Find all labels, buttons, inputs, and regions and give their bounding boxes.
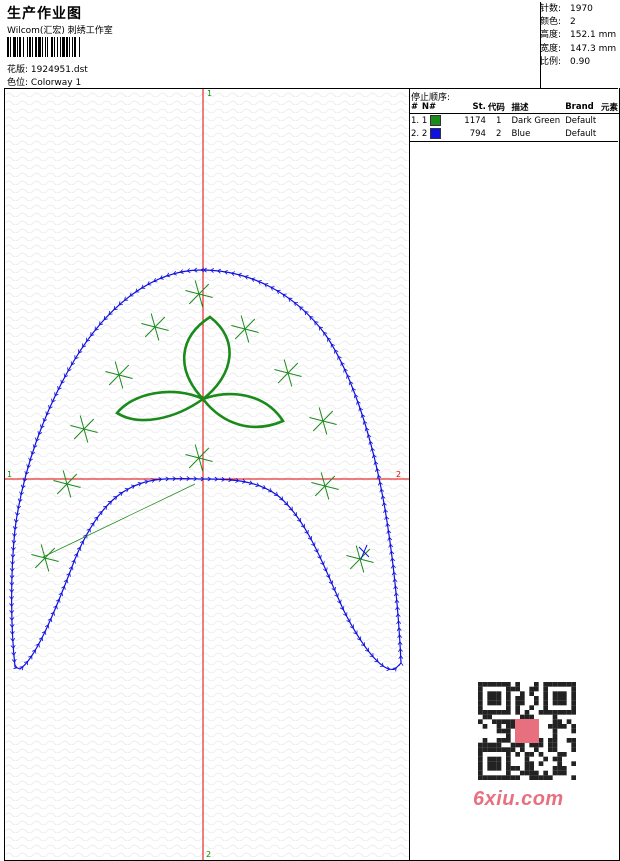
production-worksheet: 生产作业图 Wilcom(汇宏) 刺绣工作室 花版: 1924951.dst 色…	[0, 0, 620, 861]
col-needle: N#	[420, 100, 452, 114]
stat-colors: 颜色: 2	[540, 17, 576, 28]
col-description: 描述	[510, 100, 565, 114]
axis-label-bottom: 2	[206, 850, 211, 859]
embroidery-canvas[interactable]: 1 2 1 2	[5, 89, 409, 860]
color-swatch	[430, 128, 442, 139]
axis-label-left: 1	[7, 470, 12, 479]
stats-panel: 针数: 1970 颜色: 2 高度: 152.1 mm 宽度: 147.3 mm 比例:…	[540, 3, 616, 69]
stop-sequence-table: # N# St. 代码 描述 Brand 元素 1. 1 1174 1 Dark…	[410, 100, 619, 140]
watermark-text: 6xiu.com	[473, 788, 564, 810]
color-swatch	[430, 115, 442, 126]
page-title: 生产作业图	[7, 6, 82, 22]
colorway-row: 色位: Colorway 1	[7, 75, 81, 88]
panel-divider	[409, 88, 410, 860]
company-name: Wilcom(汇宏) 刺绣工作室	[7, 26, 113, 36]
stat-scale: 比例: 0.90	[540, 56, 591, 67]
design-file-label: 花版:	[7, 65, 29, 75]
table-row[interactable]: 1. 1 1174 1 Dark Green Default	[410, 114, 619, 128]
col-code: 代码	[486, 100, 511, 114]
design-file-value: 1924951.dst	[30, 65, 88, 75]
col-index: #	[410, 100, 421, 114]
table-row[interactable]: 2. 2 794 2 Blue Default	[410, 127, 619, 140]
axis-label-right: 2	[396, 470, 401, 479]
stat-stitches: 针数: 1970	[540, 4, 593, 14]
design-file-row: 花版: 1924951.dst	[7, 62, 88, 75]
axis-label-top: 1	[207, 89, 212, 98]
barcode	[7, 37, 80, 57]
colorway-value: Colorway 1	[30, 78, 82, 88]
col-element: 元素	[599, 100, 619, 114]
stat-width: 宽度: 147.3 mm	[540, 43, 617, 54]
qr-code	[471, 682, 583, 780]
col-stitches: St.	[451, 100, 487, 114]
table-divider	[409, 141, 618, 142]
colorway-label: 色位:	[7, 78, 29, 88]
col-brand: Brand	[564, 100, 600, 114]
fabric-background	[5, 89, 409, 860]
stat-height: 高度: 152.1 mm	[540, 30, 617, 41]
